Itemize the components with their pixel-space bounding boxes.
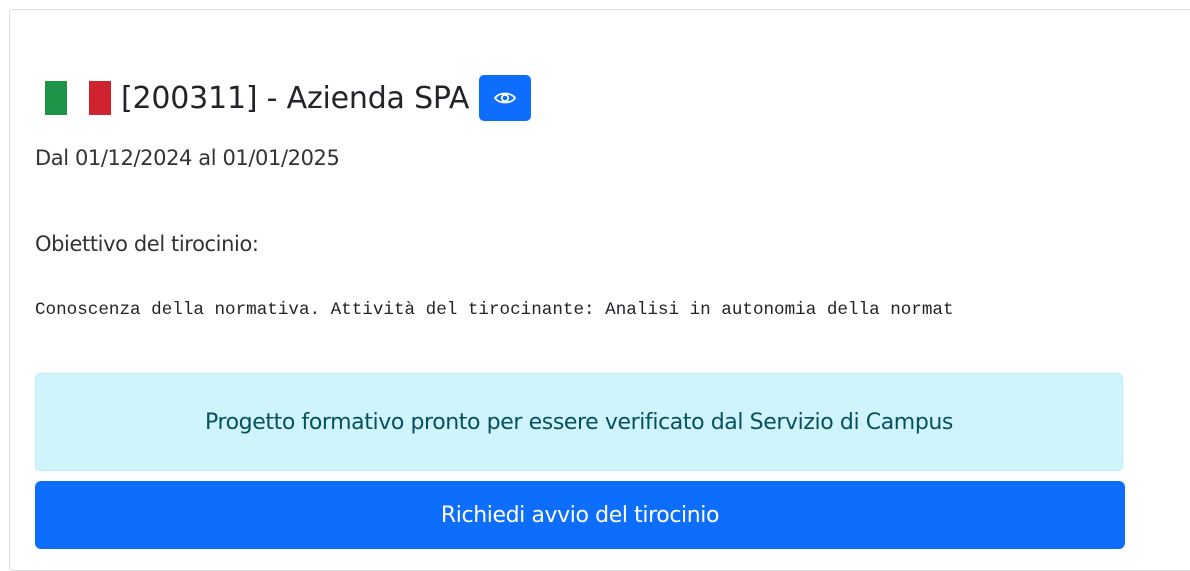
flag-green-stripe	[45, 81, 67, 115]
internship-dates: Dal 01/12/2024 al 01/01/2025	[35, 146, 340, 170]
internship-title: [200311] - Azienda SPA	[121, 80, 470, 116]
status-message: Progetto formativo pronto per essere ver…	[204, 409, 953, 435]
objective-text: Conoscenza della normativa. Attività del…	[35, 300, 954, 320]
status-alert: Progetto formativo pronto per essere ver…	[35, 373, 1123, 471]
request-start-label: Richiedi avvio del tirocinio	[440, 502, 720, 528]
eye-icon	[494, 92, 517, 104]
italy-flag-icon	[45, 81, 111, 115]
request-start-button[interactable]: Richiedi avvio del tirocinio	[35, 481, 1125, 549]
objective-label: Obiettivo del tirocinio:	[35, 232, 259, 256]
flag-red-stripe	[89, 81, 111, 115]
internship-header: [200311] - Azienda SPA	[45, 75, 532, 121]
view-button[interactable]	[479, 75, 532, 121]
